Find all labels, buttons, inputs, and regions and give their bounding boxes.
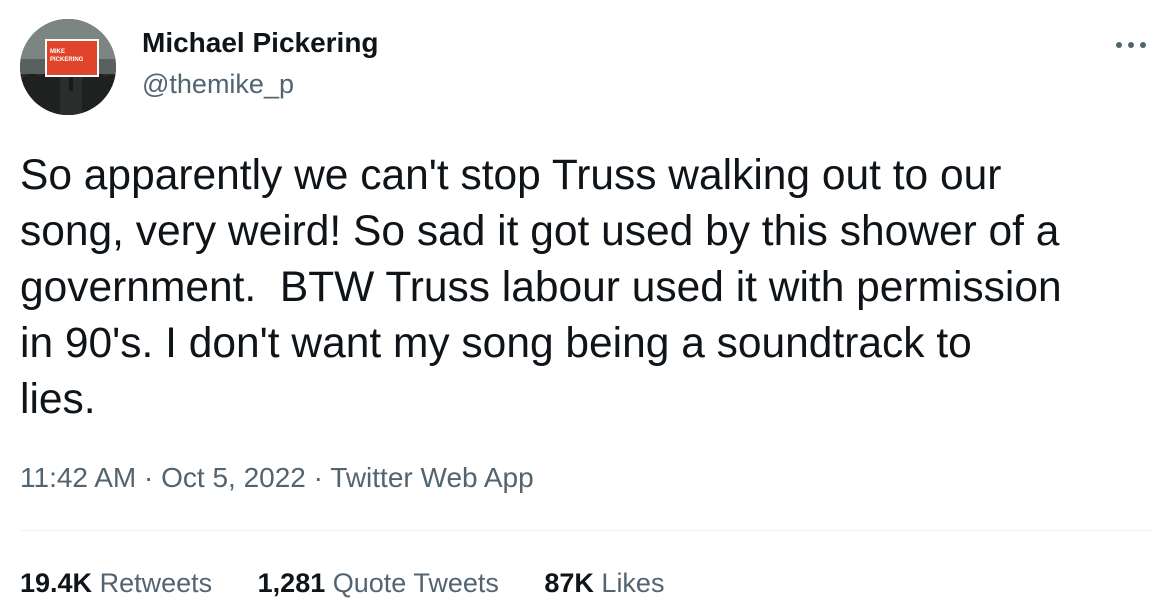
tweet-date[interactable]: Oct 5, 2022	[161, 462, 306, 493]
tweet-time[interactable]: 11:42 AM	[20, 462, 136, 493]
tweet-meta: 11:42 AM · Oct 5, 2022 · Twitter Web App	[20, 462, 534, 494]
more-options-button[interactable]	[1113, 30, 1149, 60]
likes-stat[interactable]: 87K Likes	[544, 568, 664, 599]
tweet-source[interactable]: Twitter Web App	[330, 462, 533, 493]
likes-label: Likes	[601, 568, 665, 598]
author-avatar[interactable]: MIKE PICKERING	[20, 19, 116, 115]
tweet-card: MIKE PICKERING Michael Pickering @themik…	[0, 0, 1172, 612]
tweet-stats: 19.4K Retweets 1,281 Quote Tweets 87K Li…	[20, 568, 702, 599]
avatar-image: MIKE PICKERING	[20, 19, 116, 115]
meta-separator: ·	[314, 462, 331, 493]
retweets-stat[interactable]: 19.4K Retweets	[20, 568, 212, 599]
retweets-label: Retweets	[99, 568, 213, 598]
separator-dot: ·	[313, 462, 323, 493]
separator-dot: ·	[144, 462, 154, 493]
svg-text:PICKERING: PICKERING	[50, 57, 84, 63]
meta-separator: ·	[144, 462, 161, 493]
quote-tweets-label: Quote Tweets	[332, 568, 499, 598]
author-handle[interactable]: @themike_p	[142, 69, 294, 100]
tweet-text: So apparently we can't stop Truss walkin…	[20, 152, 1062, 423]
retweets-count: 19.4K	[20, 568, 93, 598]
quote-tweets-count: 1,281	[257, 568, 326, 598]
author-name[interactable]: Michael Pickering	[142, 27, 379, 59]
divider	[20, 530, 1153, 531]
svg-text:MIKE: MIKE	[50, 49, 65, 55]
more-horizontal-icon	[1116, 42, 1146, 48]
likes-count: 87K	[544, 568, 594, 598]
quote-tweets-stat[interactable]: 1,281 Quote Tweets	[258, 568, 499, 599]
